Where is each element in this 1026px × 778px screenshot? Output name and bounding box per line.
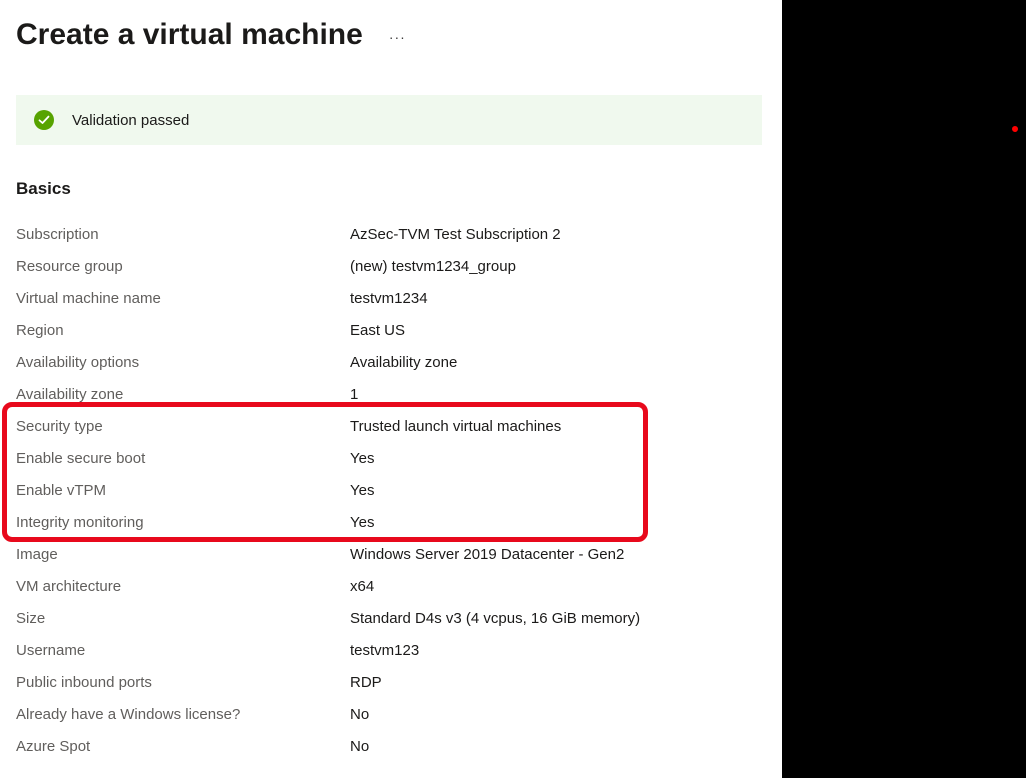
validation-banner: Validation passed <box>16 95 762 145</box>
header: Create a virtual machine ··· <box>16 18 762 51</box>
kv-value: Standard D4s v3 (4 vcpus, 16 GiB memory) <box>350 603 640 635</box>
page-title: Create a virtual machine <box>16 18 363 51</box>
kv-label: Integrity monitoring <box>16 507 350 539</box>
red-dot-annotation <box>1012 126 1018 132</box>
kv-row: Subscription AzSec-TVM Test Subscription… <box>16 219 762 251</box>
kv-value: testvm1234 <box>350 283 428 315</box>
kv-row: Image Windows Server 2019 Datacenter - G… <box>16 539 762 571</box>
kv-label: Public inbound ports <box>16 667 350 699</box>
kv-label: Enable vTPM <box>16 475 350 507</box>
kv-label: Already have a Windows license? <box>16 699 350 731</box>
kv-row: Already have a Windows license? No <box>16 699 762 731</box>
kv-label: Availability options <box>16 347 350 379</box>
kv-value: No <box>350 731 369 763</box>
kv-row: Virtual machine name testvm1234 <box>16 283 762 315</box>
kv-label: Security type <box>16 411 350 443</box>
kv-label: Azure Spot <box>16 731 350 763</box>
kv-label: Enable secure boot <box>16 443 350 475</box>
check-icon <box>34 110 54 130</box>
kv-row: Azure Spot No <box>16 731 762 763</box>
kv-row: Resource group (new) testvm1234_group <box>16 251 762 283</box>
kv-row: Size Standard D4s v3 (4 vcpus, 16 GiB me… <box>16 603 762 635</box>
main-panel: Create a virtual machine ··· Validation … <box>0 0 782 778</box>
kv-value: testvm123 <box>350 635 419 667</box>
kv-row: Availability options Availability zone <box>16 347 762 379</box>
kv-value: Windows Server 2019 Datacenter - Gen2 <box>350 539 624 571</box>
kv-row: Public inbound ports RDP <box>16 667 762 699</box>
kv-row: Region East US <box>16 315 762 347</box>
kv-value: Trusted launch virtual machines <box>350 411 561 443</box>
kv-value: Yes <box>350 443 374 475</box>
more-icon[interactable]: ··· <box>389 29 406 45</box>
kv-label: Resource group <box>16 251 350 283</box>
kv-label: VM architecture <box>16 571 350 603</box>
kv-value: (new) testvm1234_group <box>350 251 516 283</box>
kv-value: x64 <box>350 571 374 603</box>
kv-label: Virtual machine name <box>16 283 350 315</box>
kv-value: East US <box>350 315 405 347</box>
kv-value: No <box>350 699 369 731</box>
kv-label: Region <box>16 315 350 347</box>
validation-message: Validation passed <box>72 112 189 129</box>
kv-row: Username testvm123 <box>16 635 762 667</box>
kv-row: Integrity monitoring Yes <box>16 507 762 539</box>
kv-label: Image <box>16 539 350 571</box>
kv-label: Subscription <box>16 219 350 251</box>
kv-row: VM architecture x64 <box>16 571 762 603</box>
basics-list: Subscription AzSec-TVM Test Subscription… <box>16 219 762 763</box>
kv-value: Yes <box>350 507 374 539</box>
kv-row: Enable vTPM Yes <box>16 475 762 507</box>
basics-heading: Basics <box>16 179 762 199</box>
kv-value: Yes <box>350 475 374 507</box>
kv-label: Username <box>16 635 350 667</box>
basics-section: Basics Subscription AzSec-TVM Test Subsc… <box>16 179 762 763</box>
kv-row: Availability zone 1 <box>16 379 762 411</box>
kv-label: Availability zone <box>16 379 350 411</box>
kv-row: Enable secure boot Yes <box>16 443 762 475</box>
kv-row: Security type Trusted launch virtual mac… <box>16 411 762 443</box>
kv-label: Size <box>16 603 350 635</box>
kv-value: Availability zone <box>350 347 457 379</box>
kv-value: 1 <box>350 379 358 411</box>
kv-value: AzSec-TVM Test Subscription 2 <box>350 219 561 251</box>
kv-value: RDP <box>350 667 382 699</box>
